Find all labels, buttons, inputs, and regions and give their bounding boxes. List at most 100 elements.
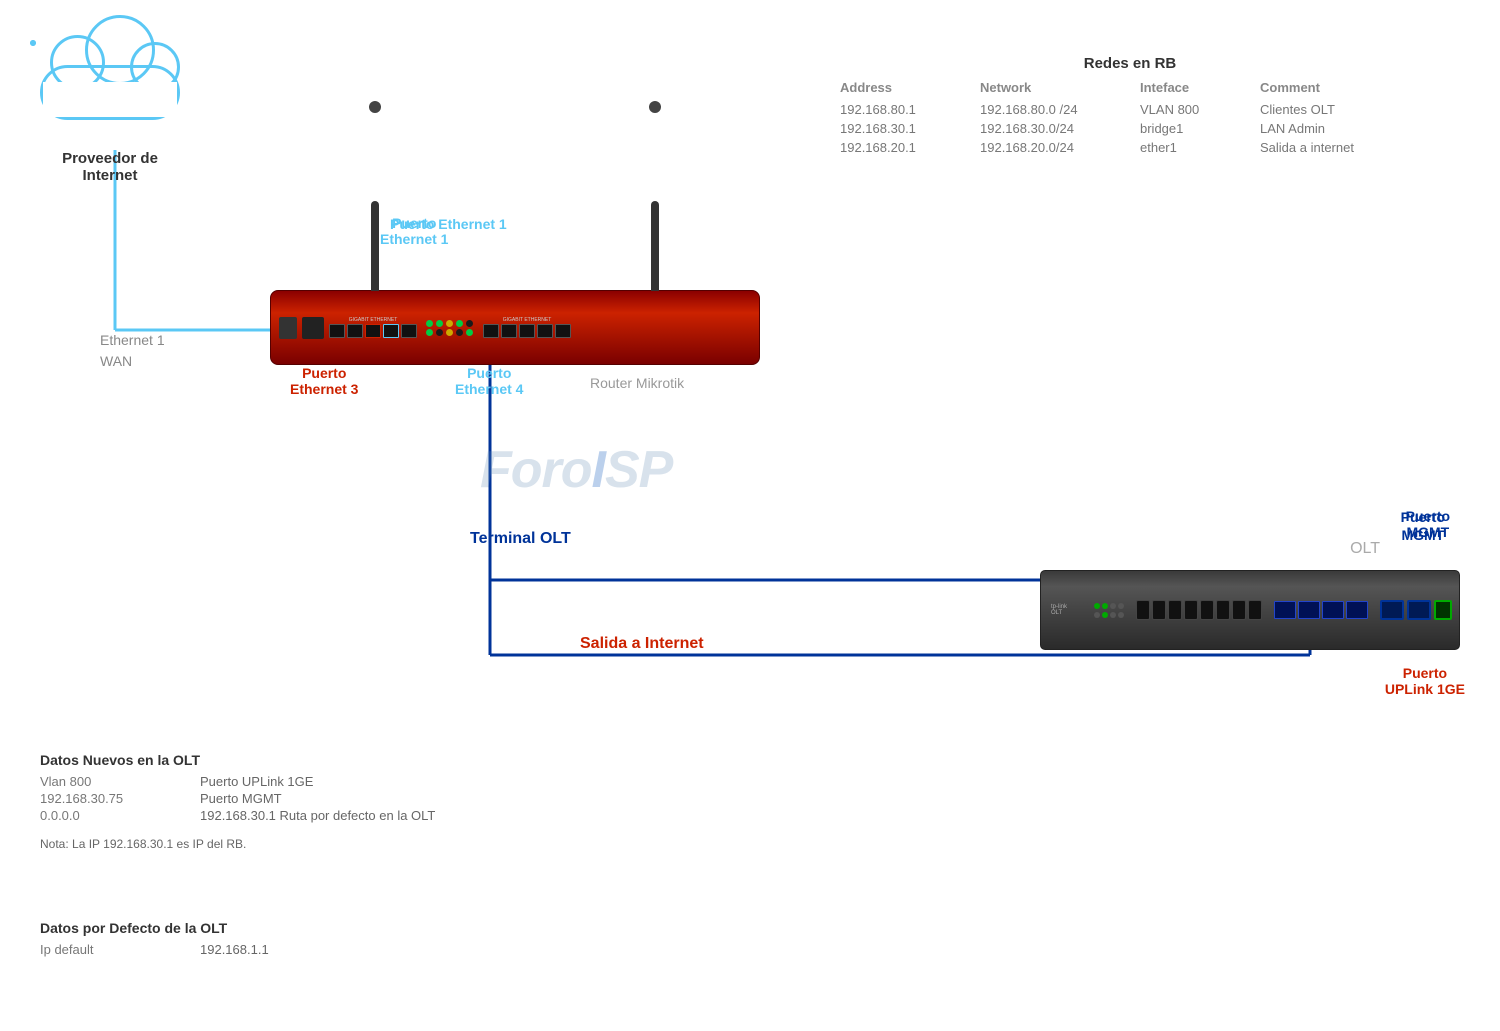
olt-sfp-7 — [1232, 600, 1246, 620]
olt-led-5 — [1094, 612, 1100, 618]
olt-rj45-3 — [1322, 601, 1344, 619]
datos-nuevos-title: Datos Nuevos en la OLT — [40, 752, 480, 768]
olt-sfp-6 — [1216, 600, 1230, 620]
led-10 — [466, 329, 473, 336]
router-ports-group2: GIGABIT ETHERNET — [483, 317, 571, 338]
antenna-tip-right — [649, 101, 661, 113]
olt-sfp-1 — [1136, 600, 1150, 620]
olt-indicator-area — [1094, 603, 1124, 618]
olt-sfp-8 — [1248, 600, 1262, 620]
olt-led-3 — [1110, 603, 1116, 609]
dn-value-0: Puerto UPLink 1GE — [200, 774, 480, 789]
olt-rj45-2 — [1298, 601, 1320, 619]
cloud-icon — [30, 40, 190, 150]
port-eth3-text: PuertoEthernet 3 — [290, 365, 358, 397]
led-7 — [436, 329, 443, 336]
wan-line2: WAN — [100, 351, 165, 372]
network-table-grid: Address Network Inteface Comment 192.168… — [840, 80, 1420, 156]
led-6 — [426, 329, 433, 336]
antenna-left — [371, 201, 379, 291]
row2-network: 192.168.20.0/24 — [980, 139, 1140, 156]
router-ports-group1: GIGABIT ETHERNET — [329, 317, 417, 338]
olt-led-4 — [1118, 603, 1124, 609]
row0-comment: Clientes OLT — [1260, 101, 1420, 118]
router-port-eth5 — [401, 324, 417, 338]
olt-special-ports — [1380, 600, 1452, 620]
olt-sfp-4 — [1184, 600, 1198, 620]
col-header-comment: Comment — [1260, 80, 1420, 99]
network-table-title: Redes en RB — [840, 55, 1420, 72]
port-uplink-text: PuertoUPLink 1GE — [1385, 665, 1465, 697]
router-port-eth10 — [555, 324, 571, 338]
cloud-label: Proveedor de Internet — [30, 150, 190, 184]
salida-internet-label: Salida a Internet — [580, 635, 704, 653]
router-port-eth8 — [519, 324, 535, 338]
olt-sfp-3 — [1168, 600, 1182, 620]
network-info-table: Redes en RB Address Network Inteface Com… — [840, 55, 1420, 156]
dn-value-2: 192.168.30.1 Ruta por defecto en la OLT — [200, 808, 480, 823]
led-8 — [446, 329, 453, 336]
led-1 — [426, 320, 433, 327]
row0-interface: VLAN 800 — [1140, 101, 1260, 118]
olt-led-1 — [1094, 603, 1100, 609]
router-sfp-port — [302, 317, 324, 339]
datos-nuevos-note: Nota: La IP 192.168.30.1 es IP del RB. — [40, 837, 480, 851]
router-usb-port — [279, 317, 297, 339]
row0-network: 192.168.80.0 /24 — [980, 101, 1140, 118]
olt-front-panel: tp-linkOLT — [1051, 576, 1449, 644]
dd-label-0: Ip default — [40, 942, 200, 957]
olt-device: tp-linkOLT — [1040, 570, 1460, 650]
row1-network: 192.168.30.0/24 — [980, 120, 1140, 137]
watermark-dot: I — [592, 441, 605, 499]
olt-led-7 — [1110, 612, 1116, 618]
router-front-panel: GIGABIT ETHERNET — [279, 299, 751, 356]
datos-nuevos-grid: Vlan 800 Puerto UPLink 1GE 192.168.30.75… — [40, 774, 480, 823]
olt-uplink-port-indicator — [1407, 600, 1431, 620]
router-mikrotik-device: GIGABIT ETHERNET — [270, 290, 760, 365]
router-label: Router Mikrotik — [590, 375, 684, 391]
port-eth4-text: PuertoEthernet 4 — [455, 365, 523, 397]
dn-label-2: 0.0.0.0 — [40, 808, 200, 823]
led-4 — [456, 320, 463, 327]
datos-defecto-grid: Ip default 192.168.1.1 — [40, 942, 480, 957]
antenna-right — [651, 201, 659, 291]
olt-led-2 — [1102, 603, 1108, 609]
olt-rj45-4 — [1346, 601, 1368, 619]
dn-label-0: Vlan 800 — [40, 774, 200, 789]
olt-led-6 — [1102, 612, 1108, 618]
row1-address: 192.168.30.1 — [840, 120, 980, 137]
watermark-right: SP — [605, 441, 672, 499]
datos-defecto-title: Datos por Defecto de la OLT — [40, 920, 480, 936]
row2-address: 192.168.20.1 — [840, 139, 980, 156]
olt-device-label: OLT — [1350, 540, 1380, 558]
olt-rj45-1 — [1274, 601, 1296, 619]
port-mgmt-text: PuertoMGMT — [1406, 508, 1450, 540]
row1-comment: LAN Admin — [1260, 120, 1420, 137]
router-port-eth3 — [365, 324, 381, 338]
watermark-left: Foro — [480, 441, 592, 499]
router-port-eth1 — [329, 324, 345, 338]
antenna-tip-left — [369, 101, 381, 113]
olt-sfp-5 — [1200, 600, 1214, 620]
router-port-eth4 — [383, 324, 399, 338]
olt-sfp-ports-area — [1136, 600, 1262, 620]
row0-address: 192.168.80.1 — [840, 101, 980, 118]
row2-interface: ether1 — [1140, 139, 1260, 156]
wan-label: Ethernet 1 WAN — [100, 330, 165, 372]
port-eth1-text: PuertoEthernet 1 — [380, 215, 448, 247]
watermark: ForoISP — [480, 440, 672, 500]
led-5 — [466, 320, 473, 327]
col-header-network: Network — [980, 80, 1140, 99]
olt-sfp-2 — [1152, 600, 1166, 620]
datos-defecto-section: Datos por Defecto de la OLT Ip default 1… — [40, 920, 480, 971]
datos-nuevos-section: Datos Nuevos en la OLT Vlan 800 Puerto U… — [40, 752, 480, 851]
router-leds — [426, 320, 474, 336]
led-3 — [446, 320, 453, 327]
router-port-eth2 — [347, 324, 363, 338]
dn-value-1: Puerto MGMT — [200, 791, 480, 806]
col-header-interface: Inteface — [1140, 80, 1260, 99]
page-container: Proveedor de Internet Redes en RB Addres… — [0, 0, 1500, 1031]
router-port-eth9 — [537, 324, 553, 338]
wan-line1: Ethernet 1 — [100, 330, 165, 351]
row1-interface: bridge1 — [1140, 120, 1260, 137]
